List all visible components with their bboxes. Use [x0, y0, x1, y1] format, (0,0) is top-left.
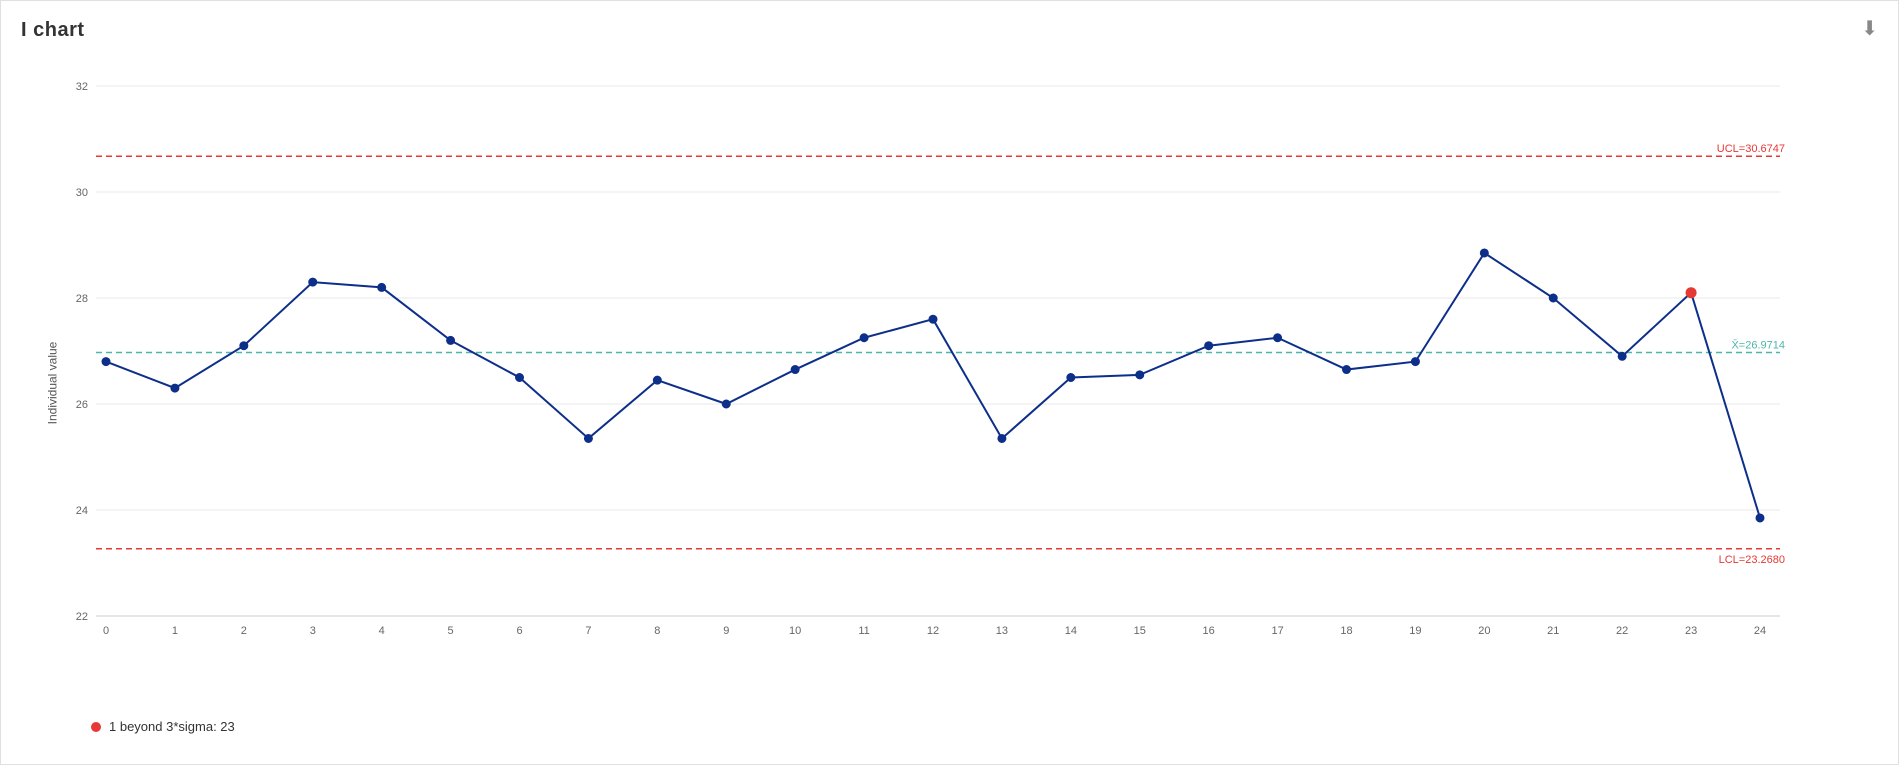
chart-legend: 1 beyond 3*sigma: 23 [91, 719, 235, 734]
svg-text:UCL=30.6747: UCL=30.6747 [1717, 143, 1785, 155]
y-axis-label: Individual value [45, 341, 59, 424]
svg-text:9: 9 [723, 625, 729, 637]
svg-text:2: 2 [241, 625, 247, 637]
svg-text:21: 21 [1547, 625, 1559, 637]
svg-text:16: 16 [1203, 625, 1215, 637]
svg-text:12: 12 [927, 625, 939, 637]
svg-text:32: 32 [76, 81, 88, 93]
svg-text:3: 3 [310, 625, 316, 637]
svg-text:8: 8 [654, 625, 660, 637]
svg-text:4: 4 [379, 625, 385, 637]
svg-text:17: 17 [1271, 625, 1283, 637]
svg-text:1: 1 [172, 625, 178, 637]
svg-text:22: 22 [1616, 625, 1628, 637]
download-icon[interactable]: ⬇ [1861, 16, 1878, 41]
legend-text: 1 beyond 3*sigma: 23 [109, 719, 235, 734]
svg-text:X̄=26.9714: X̄=26.9714 [1731, 339, 1785, 352]
svg-text:26: 26 [76, 399, 88, 411]
svg-text:22: 22 [76, 611, 88, 623]
svg-text:0: 0 [103, 625, 109, 637]
svg-text:14: 14 [1065, 625, 1077, 637]
svg-text:20: 20 [1478, 625, 1490, 637]
svg-text:5: 5 [448, 625, 454, 637]
svg-text:13: 13 [996, 625, 1008, 637]
chart-container: I chart ⬇ Individual value 2224262830320… [0, 0, 1899, 765]
svg-text:28: 28 [76, 293, 88, 305]
svg-text:11: 11 [858, 625, 869, 637]
svg-text:24: 24 [1754, 625, 1766, 637]
svg-text:LCL=23.2680: LCL=23.2680 [1719, 554, 1785, 566]
svg-text:10: 10 [789, 625, 801, 637]
svg-text:19: 19 [1409, 625, 1421, 637]
svg-text:7: 7 [585, 625, 591, 637]
svg-text:18: 18 [1340, 625, 1352, 637]
svg-text:23: 23 [1685, 625, 1697, 637]
chart-title: I chart [1, 11, 1898, 42]
svg-text:30: 30 [76, 187, 88, 199]
svg-text:6: 6 [516, 625, 522, 637]
svg-text:24: 24 [76, 505, 88, 517]
legend-dot [91, 722, 101, 732]
chart-svg: 2224262830320123456789101112131415161718… [76, 76, 1790, 646]
svg-text:15: 15 [1134, 625, 1146, 637]
